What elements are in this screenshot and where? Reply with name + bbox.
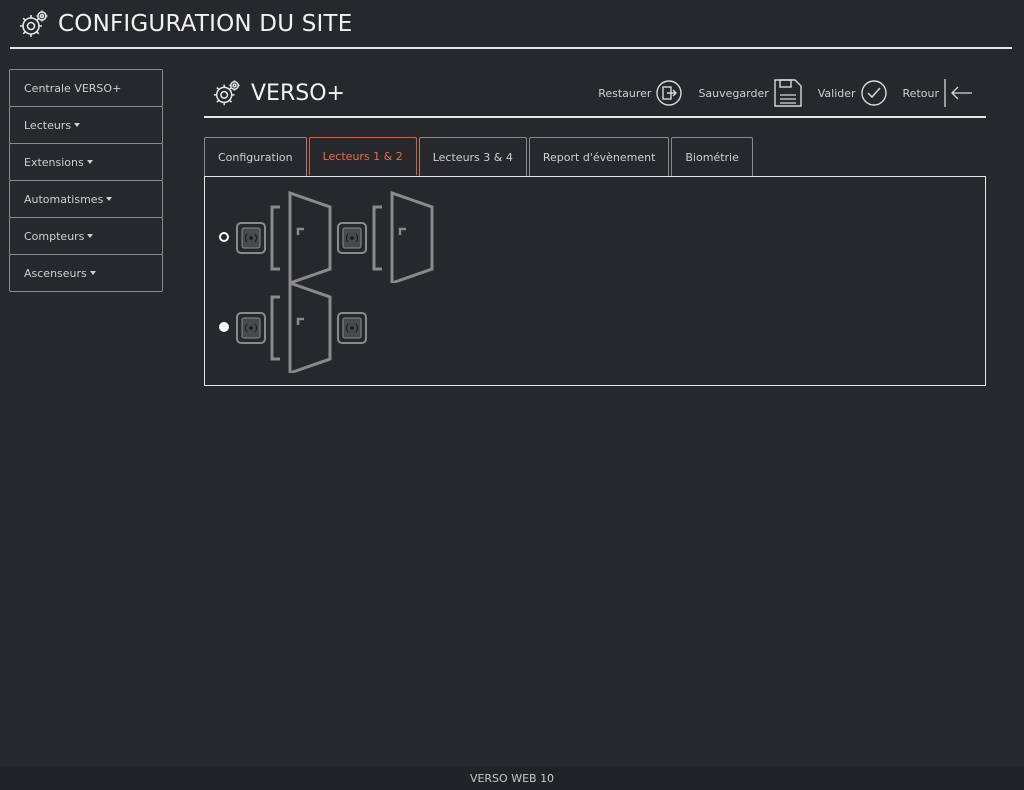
- footer: VERSO WEB 10: [0, 766, 1024, 790]
- gear-icon: [213, 80, 240, 106]
- restore-label: Restaurer: [598, 86, 652, 100]
- save-label: Sauvegarder: [698, 86, 769, 100]
- option-one-door-radio[interactable]: [219, 322, 229, 332]
- footer-version: VERSO WEB 10: [469, 771, 555, 785]
- sidebar-item-label: Ascenseurs: [24, 266, 87, 280]
- sidebar-item-label: Lecteurs: [24, 118, 72, 132]
- main-panel: VERSO+ Restaurer Sauvegarder Valider Ret…: [204, 70, 986, 386]
- one-door-diagram-icon: [236, 281, 367, 373]
- tab-report-evenement[interactable]: Report d'évènement: [528, 137, 670, 176]
- restore-icon: [656, 80, 683, 106]
- caret-down-icon: [74, 123, 81, 127]
- caret-down-icon: [86, 160, 93, 164]
- sidebar-item-centrale[interactable]: Centrale VERSO+: [9, 69, 163, 107]
- option-two-doors[interactable]: [219, 191, 436, 283]
- sidebar-item-ascenseurs[interactable]: Ascenseurs: [9, 254, 163, 292]
- tab-lecteurs-1-2[interactable]: Lecteurs 1 & 2: [308, 137, 417, 176]
- sidebar-item-compteurs[interactable]: Compteurs: [9, 217, 163, 255]
- gear-icon: [20, 10, 48, 37]
- sidebar-item-automatismes[interactable]: Automatismes: [9, 180, 163, 218]
- save-icon: [774, 79, 802, 107]
- two-doors-diagram-icon: [236, 191, 434, 283]
- validate-label: Valider: [817, 86, 856, 100]
- tab-configuration[interactable]: Configuration: [204, 137, 307, 176]
- tab-content-panel: [204, 176, 986, 386]
- tab-biometrie[interactable]: Biométrie: [671, 137, 753, 176]
- sidebar-item-lecteurs[interactable]: Lecteurs: [9, 106, 163, 144]
- check-icon: [860, 80, 887, 106]
- page-title: VERSO+: [251, 80, 345, 106]
- back-label: Retour: [902, 86, 939, 100]
- save-button[interactable]: Sauvegarder: [698, 78, 803, 108]
- main-header: VERSO+ Restaurer Sauvegarder Valider Ret…: [204, 70, 986, 118]
- app-header: CONFIGURATION DU SITE: [10, 0, 1012, 49]
- sidebar-item-extensions[interactable]: Extensions: [9, 143, 163, 181]
- sidebar-item-label: Automatismes: [24, 192, 104, 206]
- app-title: CONFIGURATION DU SITE: [58, 10, 353, 37]
- option-one-door-two-readers[interactable]: [219, 281, 368, 373]
- sidebar: Centrale VERSO+ Lecteurs Extensions Auto…: [9, 69, 163, 292]
- tab-bar: Configuration Lecteurs 1 & 2 Lecteurs 3 …: [204, 137, 755, 176]
- sidebar-item-label: Centrale VERSO+: [24, 81, 122, 95]
- sidebar-item-label: Extensions: [24, 155, 84, 169]
- caret-down-icon: [106, 197, 113, 201]
- option-two-doors-radio[interactable]: [219, 232, 229, 242]
- restore-button[interactable]: Restaurer: [598, 79, 684, 107]
- back-button[interactable]: Retour: [903, 78, 974, 108]
- caret-down-icon: [87, 234, 94, 238]
- sidebar-item-label: Compteurs: [24, 229, 85, 243]
- toolbar: Restaurer Sauvegarder Valider Retour: [584, 76, 974, 110]
- tab-lecteurs-3-4[interactable]: Lecteurs 3 & 4: [418, 137, 527, 176]
- arrow-left-icon: [944, 79, 972, 107]
- validate-button[interactable]: Valider: [818, 79, 889, 107]
- caret-down-icon: [89, 271, 96, 275]
